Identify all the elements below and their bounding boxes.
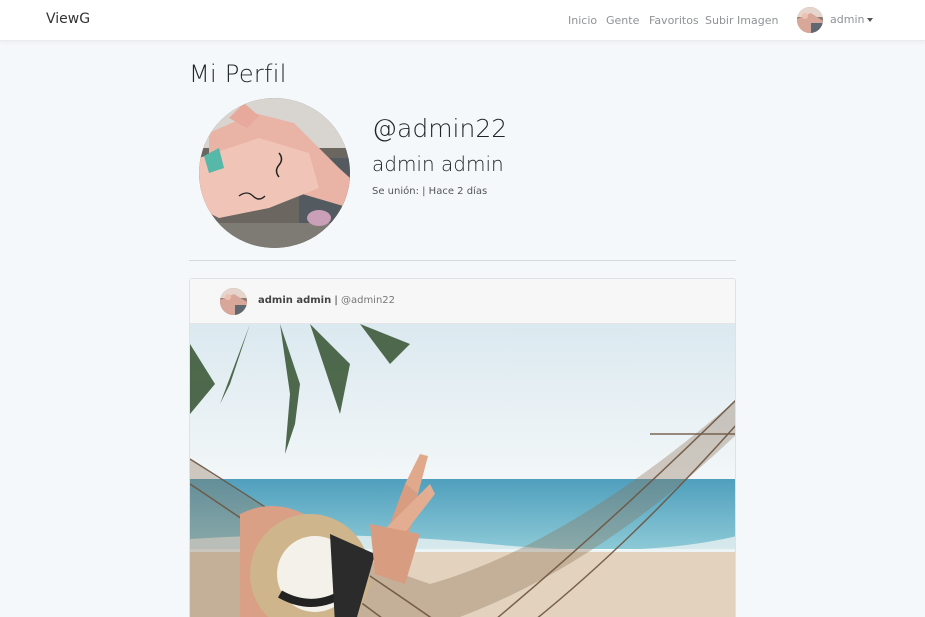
nav-user-dropdown[interactable]: admin — [830, 13, 864, 26]
avatar-photo-icon — [797, 7, 823, 33]
page-title: Mi Perfil — [189, 60, 287, 88]
nav-user-avatar[interactable] — [797, 7, 823, 33]
brand-logo[interactable]: ViewG — [46, 11, 90, 27]
post-image[interactable] — [190, 324, 735, 617]
beach-hammock-photo-icon — [190, 324, 735, 617]
post-author-separator: | — [331, 295, 341, 306]
profile-joined-date: Se unión: | Hace 2 días — [372, 186, 488, 197]
post-author-handle[interactable]: @admin22 — [341, 295, 395, 306]
chevron-down-icon[interactable] — [867, 18, 873, 22]
nav-link-gente[interactable]: Gente — [606, 14, 639, 27]
post-card-header: admin admin | @admin22 — [190, 279, 735, 324]
avatar-photo-icon — [220, 288, 247, 315]
nav-link-subir-imagen[interactable]: Subir Imagen — [705, 14, 778, 27]
profile-photo-icon — [199, 98, 350, 248]
post-author-avatar[interactable] — [220, 288, 247, 315]
nav-link-favoritos[interactable]: Favoritos — [649, 14, 699, 27]
navbar: ViewG Inicio Gente Favoritos Subir Image… — [0, 0, 925, 41]
post-author-name[interactable]: admin admin — [258, 295, 331, 306]
profile-full-name: admin admin — [372, 152, 504, 176]
post-card: admin admin | @admin22 — [189, 278, 736, 617]
divider — [189, 260, 736, 261]
post-author[interactable]: admin admin | @admin22 — [258, 295, 395, 306]
profile-avatar — [199, 98, 350, 248]
nav-link-inicio[interactable]: Inicio — [568, 14, 597, 27]
profile-username: @admin22 — [372, 114, 508, 143]
